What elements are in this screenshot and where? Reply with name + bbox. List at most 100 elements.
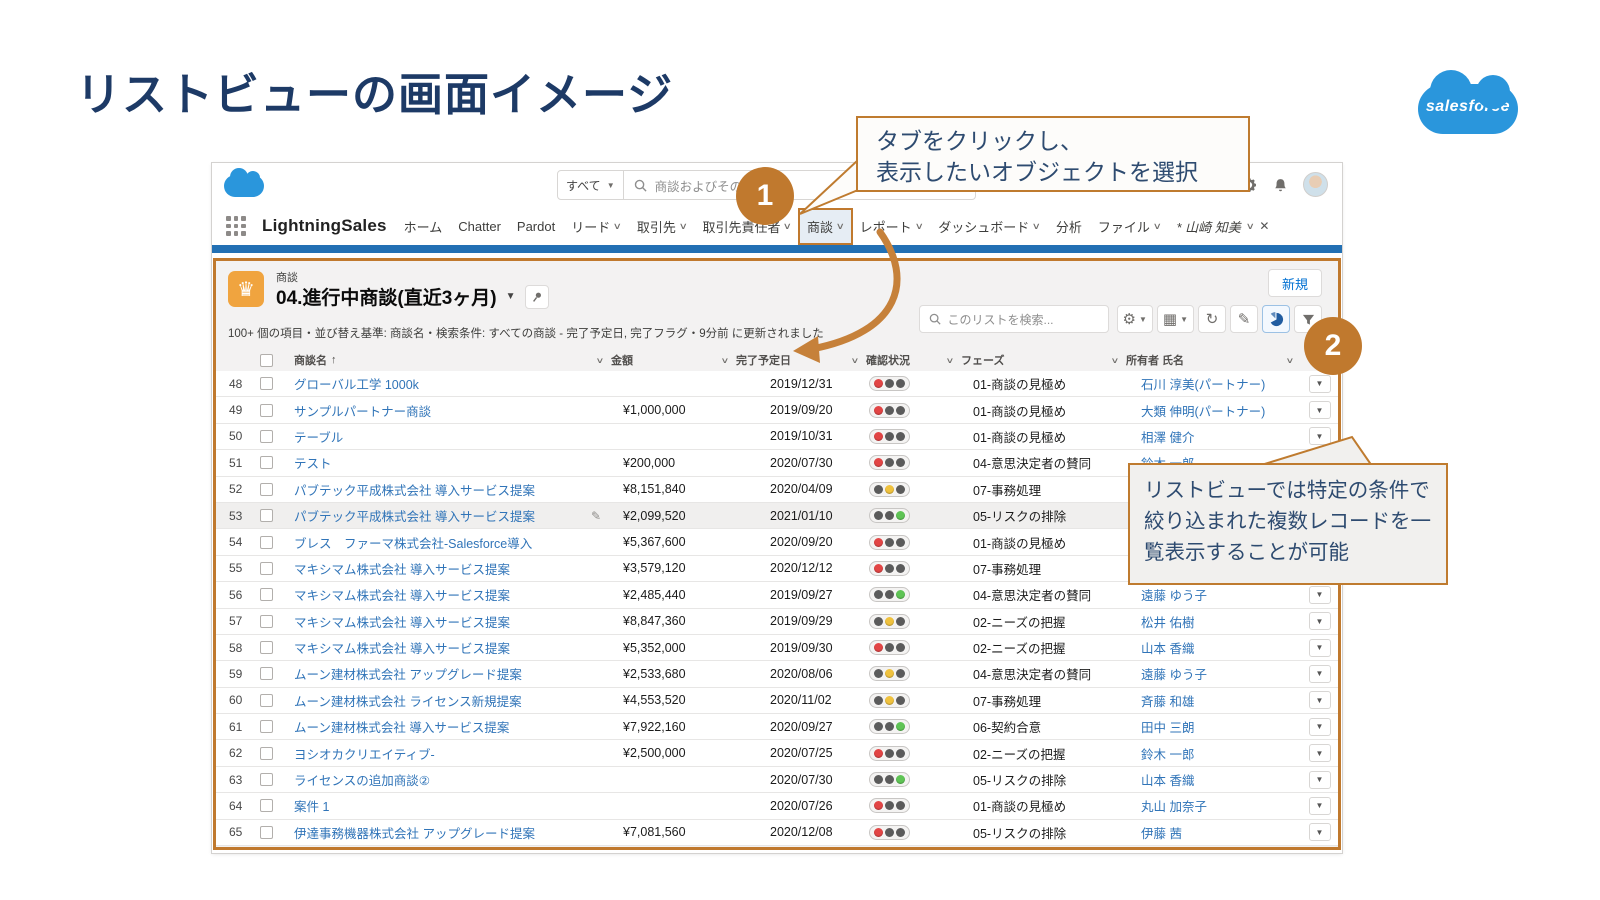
select-all-checkbox[interactable]	[260, 353, 273, 367]
owner-link[interactable]: 大類 伸明(パートナー)	[1141, 405, 1265, 419]
table-row[interactable]: 48 グローバル工学 1000k 2019/12/31 01-商談の見極め 石川 淳美(…	[216, 371, 1338, 398]
nav-tab-6[interactable]: 商談 ∨	[798, 207, 853, 245]
owner-link[interactable]: 斉藤 和雄	[1141, 695, 1194, 709]
column-header-0[interactable]: 商談名 ↑ ∨	[294, 352, 611, 368]
owner-link[interactable]: 相澤 健介	[1141, 431, 1194, 445]
column-header-3[interactable]: 確認状況 ∨	[866, 352, 961, 368]
opportunity-link[interactable]: ブレス ファーマ株式会社-Salesforce導入	[294, 533, 532, 552]
search-scope-select[interactable]: すべて ▼	[557, 170, 624, 200]
nav-tab-8[interactable]: ダッシュボード ∨	[938, 217, 1041, 236]
owner-link[interactable]: 石川 淳美(パートナー)	[1141, 378, 1265, 392]
charts-button[interactable]	[1262, 305, 1290, 333]
row-actions-button[interactable]: ▼	[1308, 612, 1331, 631]
opportunity-link[interactable]: テスト	[294, 453, 332, 472]
row-checkbox[interactable]	[260, 825, 273, 839]
view-selector-caret-icon[interactable]: ▼	[506, 291, 516, 302]
close-icon[interactable]: ✕	[1259, 219, 1269, 233]
row-checkbox[interactable]	[260, 746, 273, 760]
list-settings-button[interactable]: ⚙ ▼	[1116, 305, 1153, 333]
display-format-button[interactable]: ▦ ▼	[1156, 305, 1194, 333]
table-row[interactable]: 64 案件 1 2020/07/26 01-商談の見極め 丸山 加奈子 ▼	[216, 793, 1338, 820]
user-avatar[interactable]	[1303, 172, 1328, 197]
row-checkbox[interactable]	[260, 614, 273, 628]
owner-link[interactable]: 山本 香織	[1141, 774, 1194, 788]
table-row[interactable]: 61 ムーン建材株式会社 導入サービス提案 ¥7,922,160 2020/09/27…	[216, 714, 1338, 741]
owner-link[interactable]: 遠藤 ゆう子	[1141, 668, 1207, 682]
table-row[interactable]: 49 サンプルパートナー商談 ¥1,000,000 2019/09/20 01-商談の見…	[216, 397, 1338, 424]
row-actions-button[interactable]: ▼	[1308, 585, 1331, 604]
opportunity-link[interactable]: ムーン建材株式会社 ライセンス新規提案	[294, 691, 522, 710]
row-checkbox[interactable]	[260, 535, 273, 549]
row-actions-button[interactable]: ▼	[1308, 401, 1331, 420]
table-row[interactable]: 65 伊達事務機器株式会社 アップグレード提案 ¥7,081,560 2020/12/…	[216, 819, 1338, 847]
opportunity-link[interactable]: ムーン建材株式会社 導入サービス提案	[294, 717, 509, 736]
salesforce-home-cloud-icon[interactable]	[224, 168, 264, 197]
app-launcher-icon[interactable]	[226, 216, 246, 236]
table-row[interactable]: 50 テーブル 2019/10/31 01-商談の見極め 相澤 健介 ▼	[216, 423, 1338, 451]
refresh-button[interactable]: ↻	[1198, 305, 1226, 333]
row-checkbox[interactable]	[260, 482, 273, 496]
row-checkbox[interactable]	[260, 509, 273, 523]
row-actions-button[interactable]: ▼	[1308, 770, 1331, 789]
opportunity-link[interactable]: 案件 1	[294, 796, 329, 815]
pin-button[interactable]	[524, 284, 549, 309]
nav-tab-3[interactable]: リード ∨	[571, 217, 622, 236]
table-row[interactable]: 59 ムーン建材株式会社 アップグレード提案 ¥2,533,680 2020/08/0…	[216, 661, 1338, 688]
row-checkbox[interactable]	[260, 403, 273, 417]
table-row[interactable]: 57 マキシマム株式会社 導入サービス提案 ¥8,847,360 2019/09/29…	[216, 608, 1338, 635]
row-checkbox[interactable]	[260, 641, 273, 655]
opportunity-link[interactable]: マキシマム株式会社 導入サービス提案	[294, 559, 510, 578]
column-header-1[interactable]: 金額 ∨	[611, 352, 736, 368]
temp-tab[interactable]: * 山崎 知美 ∨ ✕	[1177, 217, 1270, 236]
row-checkbox[interactable]	[260, 456, 273, 470]
nav-tab-0[interactable]: ホーム	[404, 217, 443, 236]
row-checkbox[interactable]	[260, 588, 273, 602]
row-actions-button[interactable]: ▼	[1308, 374, 1331, 393]
owner-link[interactable]: 田中 三朗	[1141, 721, 1194, 735]
column-header-5[interactable]: 所有者 氏名 ∨	[1126, 352, 1301, 368]
nav-tab-2[interactable]: Pardot	[517, 219, 555, 234]
nav-tab-7[interactable]: レポート ∨	[860, 217, 924, 236]
column-header-4[interactable]: フェーズ ∨	[961, 352, 1126, 368]
opportunity-link[interactable]: ヨシオカクリエイティブ-	[294, 744, 435, 763]
opportunity-link[interactable]: マキシマム株式会社 導入サービス提案	[294, 612, 510, 631]
opportunity-link[interactable]: パブテック平成株式会社 導入サービス提案	[294, 506, 535, 525]
owner-link[interactable]: 松井 佑樹	[1141, 616, 1194, 630]
opportunity-link[interactable]: ライセンスの追加商談②	[294, 770, 430, 789]
opportunity-link[interactable]: マキシマム株式会社 導入サービス提案	[294, 585, 510, 604]
header-checkbox[interactable]	[260, 353, 294, 367]
inline-edit-button[interactable]: ✎	[1230, 305, 1258, 333]
list-search-input[interactable]: このリストを検索...	[918, 305, 1109, 333]
nav-tab-9[interactable]: 分析	[1056, 217, 1082, 236]
row-checkbox[interactable]	[260, 667, 273, 681]
nav-tab-10[interactable]: ファイル ∨	[1098, 217, 1162, 236]
opportunity-link[interactable]: ムーン建材株式会社 アップグレード提案	[294, 664, 522, 683]
edit-pencil-icon[interactable]: ✎	[591, 509, 601, 523]
row-checkbox[interactable]	[260, 773, 273, 787]
row-actions-button[interactable]: ▼	[1308, 823, 1331, 842]
table-row[interactable]: 60 ムーン建材株式会社 ライセンス新規提案 ¥4,553,520 2020/11/0…	[216, 687, 1338, 715]
row-actions-button[interactable]: ▼	[1308, 664, 1331, 683]
owner-link[interactable]: 伊藤 茜	[1141, 827, 1182, 841]
row-checkbox[interactable]	[260, 377, 273, 391]
opportunity-link[interactable]: テーブル	[294, 427, 343, 446]
nav-tab-1[interactable]: Chatter	[458, 219, 501, 234]
owner-link[interactable]: 丸山 加奈子	[1141, 800, 1207, 814]
row-checkbox[interactable]	[260, 561, 273, 575]
opportunity-link[interactable]: 伊達事務機器株式会社 アップグレード提案	[294, 823, 535, 842]
table-row[interactable]: 62 ヨシオカクリエイティブ- ¥2,500,000 2020/07/25 02-ニーズ…	[216, 740, 1338, 767]
owner-link[interactable]: 鈴木 一郎	[1141, 748, 1194, 762]
row-checkbox[interactable]	[260, 429, 273, 443]
table-row[interactable]: 63 ライセンスの追加商談② 2020/07/30 05-リスクの排除 山本 香織 ▼	[216, 766, 1338, 794]
opportunity-link[interactable]: サンプルパートナー商談	[294, 401, 431, 420]
table-row[interactable]: 58 マキシマム株式会社 導入サービス提案 ¥5,352,000 2019/09/30…	[216, 634, 1338, 662]
opportunity-link[interactable]: パブテック平成株式会社 導入サービス提案	[294, 480, 535, 499]
column-header-2[interactable]: 完了予定日 ∨	[736, 352, 866, 368]
row-actions-button[interactable]: ▼	[1308, 691, 1331, 710]
row-actions-button[interactable]: ▼	[1308, 638, 1331, 657]
bell-icon[interactable]	[1272, 176, 1289, 194]
row-checkbox[interactable]	[260, 720, 273, 734]
owner-link[interactable]: 遠藤 ゆう子	[1141, 589, 1207, 603]
row-checkbox[interactable]	[260, 693, 273, 707]
row-actions-button[interactable]: ▼	[1308, 744, 1331, 763]
